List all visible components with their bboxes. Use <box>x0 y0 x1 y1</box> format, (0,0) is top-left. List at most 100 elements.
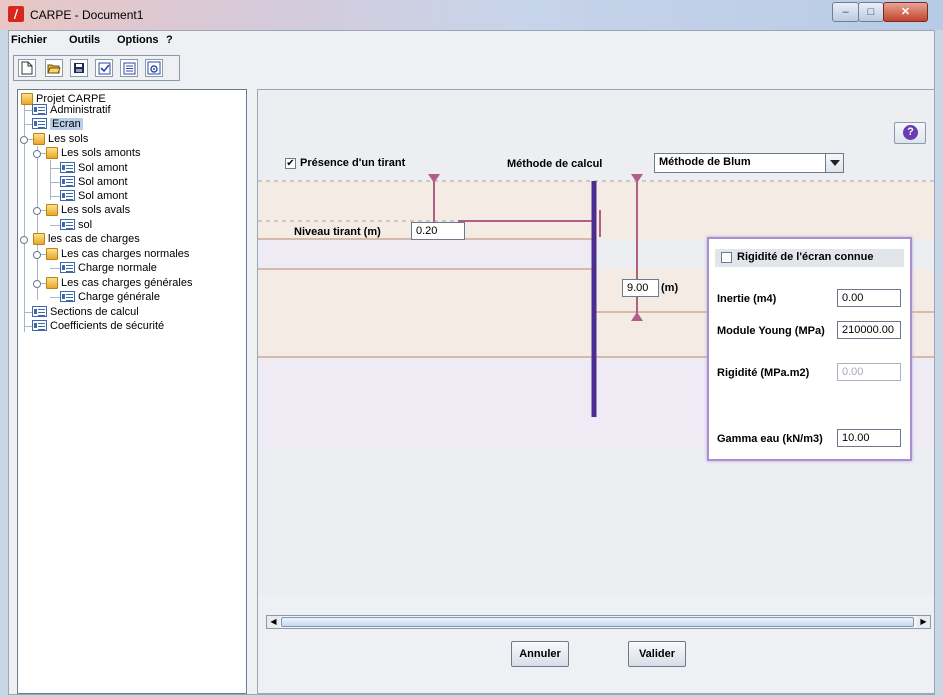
wall-height-input[interactable]: 9.00 <box>622 279 659 297</box>
list-button[interactable] <box>120 59 138 77</box>
save-button[interactable] <box>70 59 88 77</box>
tirant-label: Présence d'un tirant <box>300 157 406 169</box>
form-icon <box>32 306 47 317</box>
help-icon: ? <box>903 125 918 140</box>
young-modulus-input[interactable]: 210000.00 <box>837 321 901 339</box>
tree-node-label: Sections de calcul <box>50 306 139 318</box>
settings-button[interactable] <box>145 59 163 77</box>
method-select[interactable]: Méthode de Blum <box>654 153 844 173</box>
scroll-thumb[interactable] <box>281 617 914 627</box>
validate-button[interactable]: Valider <box>628 641 686 667</box>
upstream-soil-band <box>258 239 592 269</box>
list-icon <box>123 62 135 74</box>
niveau-tirant-label: Niveau tirant (m) <box>294 226 381 238</box>
collapse-toggle[interactable] <box>33 280 41 288</box>
menu-options[interactable]: Options <box>117 34 159 46</box>
form-icon <box>60 190 75 201</box>
tree-node-sol-amont[interactable]: Sol amont <box>60 189 128 203</box>
folder-icon <box>46 204 58 216</box>
form-icon <box>32 104 47 115</box>
tree-node-sol-amont[interactable]: Sol amont <box>60 161 128 175</box>
maximize-button[interactable]: □ <box>858 2 884 22</box>
close-button[interactable]: ✕ <box>883 2 928 22</box>
collapse-toggle[interactable] <box>20 236 28 244</box>
settings-icon <box>147 61 161 75</box>
inertie-input[interactable]: 0.00 <box>837 289 901 307</box>
rigidite-connue-label: Rigidité de l'écran connue <box>737 251 874 263</box>
tree-node-charges-normales[interactable]: Les cas charges normales <box>46 247 189 261</box>
folder-icon <box>46 248 58 260</box>
form-icon <box>32 320 47 331</box>
tree-node-label: Sol amont <box>78 162 128 174</box>
ecran-editor-panel: ? ✔ Présence d'un tirant Méthode de calc… <box>257 89 935 694</box>
tirant-checkbox[interactable]: ✔ <box>285 158 296 169</box>
open-folder-icon <box>47 64 61 74</box>
folder-icon <box>46 277 58 289</box>
tree-node-coefficients[interactable]: Coefficients de sécurité <box>32 319 164 333</box>
form-icon <box>60 291 75 302</box>
menu-outils[interactable]: Outils <box>69 34 100 46</box>
tree-node-charge-generale[interactable]: Charge générale <box>60 290 160 304</box>
method-label: Méthode de calcul <box>507 158 603 170</box>
new-document-icon <box>21 61 33 75</box>
tree-node-label: Sol amont <box>78 190 128 202</box>
new-document-button[interactable] <box>18 59 36 77</box>
minimize-button[interactable]: – <box>832 2 859 22</box>
tree-node-sol-amont[interactable]: Sol amont <box>60 175 128 189</box>
tree-node-label: Les sols <box>48 133 89 145</box>
carpe-logo-icon: / <box>8 6 24 22</box>
tree-node-sols-amonts[interactable]: Les sols amonts <box>46 146 140 160</box>
method-value: Méthode de Blum <box>659 156 751 168</box>
tree-node-label: Charge normale <box>78 262 157 274</box>
cancel-button[interactable]: Annuler <box>511 641 569 667</box>
scroll-right-button[interactable]: ▶ <box>917 616 930 628</box>
tree-node-ecran[interactable]: Ecran <box>32 117 83 131</box>
rigidite-input[interactable]: 0.00 <box>837 363 901 381</box>
title-bar: / CARPE - Document1 – □ ✕ <box>0 0 943 30</box>
tree-node-label: Sol amont <box>78 176 128 188</box>
young-modulus-label: Module Young (MPa) <box>717 325 825 337</box>
client-area: Fichier Outils Options ? Projet CARPE Ad… <box>8 30 935 695</box>
project-tree: Projet CARPE Administratif Ecran Les sol… <box>17 89 247 694</box>
validate-tool-button[interactable] <box>95 59 113 77</box>
gamma-eau-input[interactable]: 10.00 <box>837 429 901 447</box>
form-icon <box>32 118 47 129</box>
tree-node-sols-avals[interactable]: Les sols avals <box>46 203 130 217</box>
tree-node-les-sols[interactable]: Les sols <box>33 132 88 146</box>
stiffness-header: Rigidité de l'écran connue <box>715 249 904 267</box>
tree-node-label: Coefficients de sécurité <box>50 320 165 332</box>
window-title: CARPE - Document1 <box>30 8 144 22</box>
tree-node-label: Les sols avals <box>61 204 131 216</box>
folder-icon <box>46 147 58 159</box>
menu-fichier[interactable]: Fichier <box>11 34 47 46</box>
scroll-left-button[interactable]: ◀ <box>267 616 280 628</box>
rigidite-connue-checkbox[interactable] <box>721 252 732 263</box>
gamma-eau-label: Gamma eau (kN/m3) <box>717 433 823 445</box>
tree-node-charges-generales[interactable]: Les cas charges générales <box>46 276 192 290</box>
folder-icon <box>33 233 45 245</box>
menu-help[interactable]: ? <box>166 34 173 46</box>
menu-bar: Fichier Outils Options ? <box>9 31 934 51</box>
check-icon <box>98 62 110 74</box>
niveau-tirant-input[interactable]: 0.20 <box>411 222 465 240</box>
form-icon <box>60 262 75 273</box>
tree-node-label: Administratif <box>50 104 111 116</box>
tree-node-administratif[interactable]: Administratif <box>32 103 111 117</box>
collapse-toggle[interactable] <box>33 251 41 259</box>
tree-node-label: Ecran <box>50 118 83 130</box>
tree-node-label: sol <box>78 219 93 231</box>
tree-node-label: Charge générale <box>78 291 160 303</box>
tree-node-sections-de-calcul[interactable]: Sections de calcul <box>32 305 139 319</box>
collapse-toggle[interactable] <box>20 136 28 144</box>
rigidite-label: Rigidité (MPa.m2) <box>717 367 810 379</box>
wall-height-unit: (m) <box>661 282 679 294</box>
collapse-toggle[interactable] <box>33 150 41 158</box>
horizontal-scrollbar[interactable]: ◀ ▶ <box>266 615 931 629</box>
tree-node-sol[interactable]: sol <box>60 218 92 232</box>
help-button[interactable]: ? <box>894 122 926 144</box>
open-button[interactable] <box>45 59 63 77</box>
chevron-down-icon[interactable] <box>825 154 843 172</box>
tree-node-cas-de-charges[interactable]: les cas de charges <box>33 232 140 246</box>
tree-node-charge-normale[interactable]: Charge normale <box>60 261 157 275</box>
collapse-toggle[interactable] <box>33 207 41 215</box>
